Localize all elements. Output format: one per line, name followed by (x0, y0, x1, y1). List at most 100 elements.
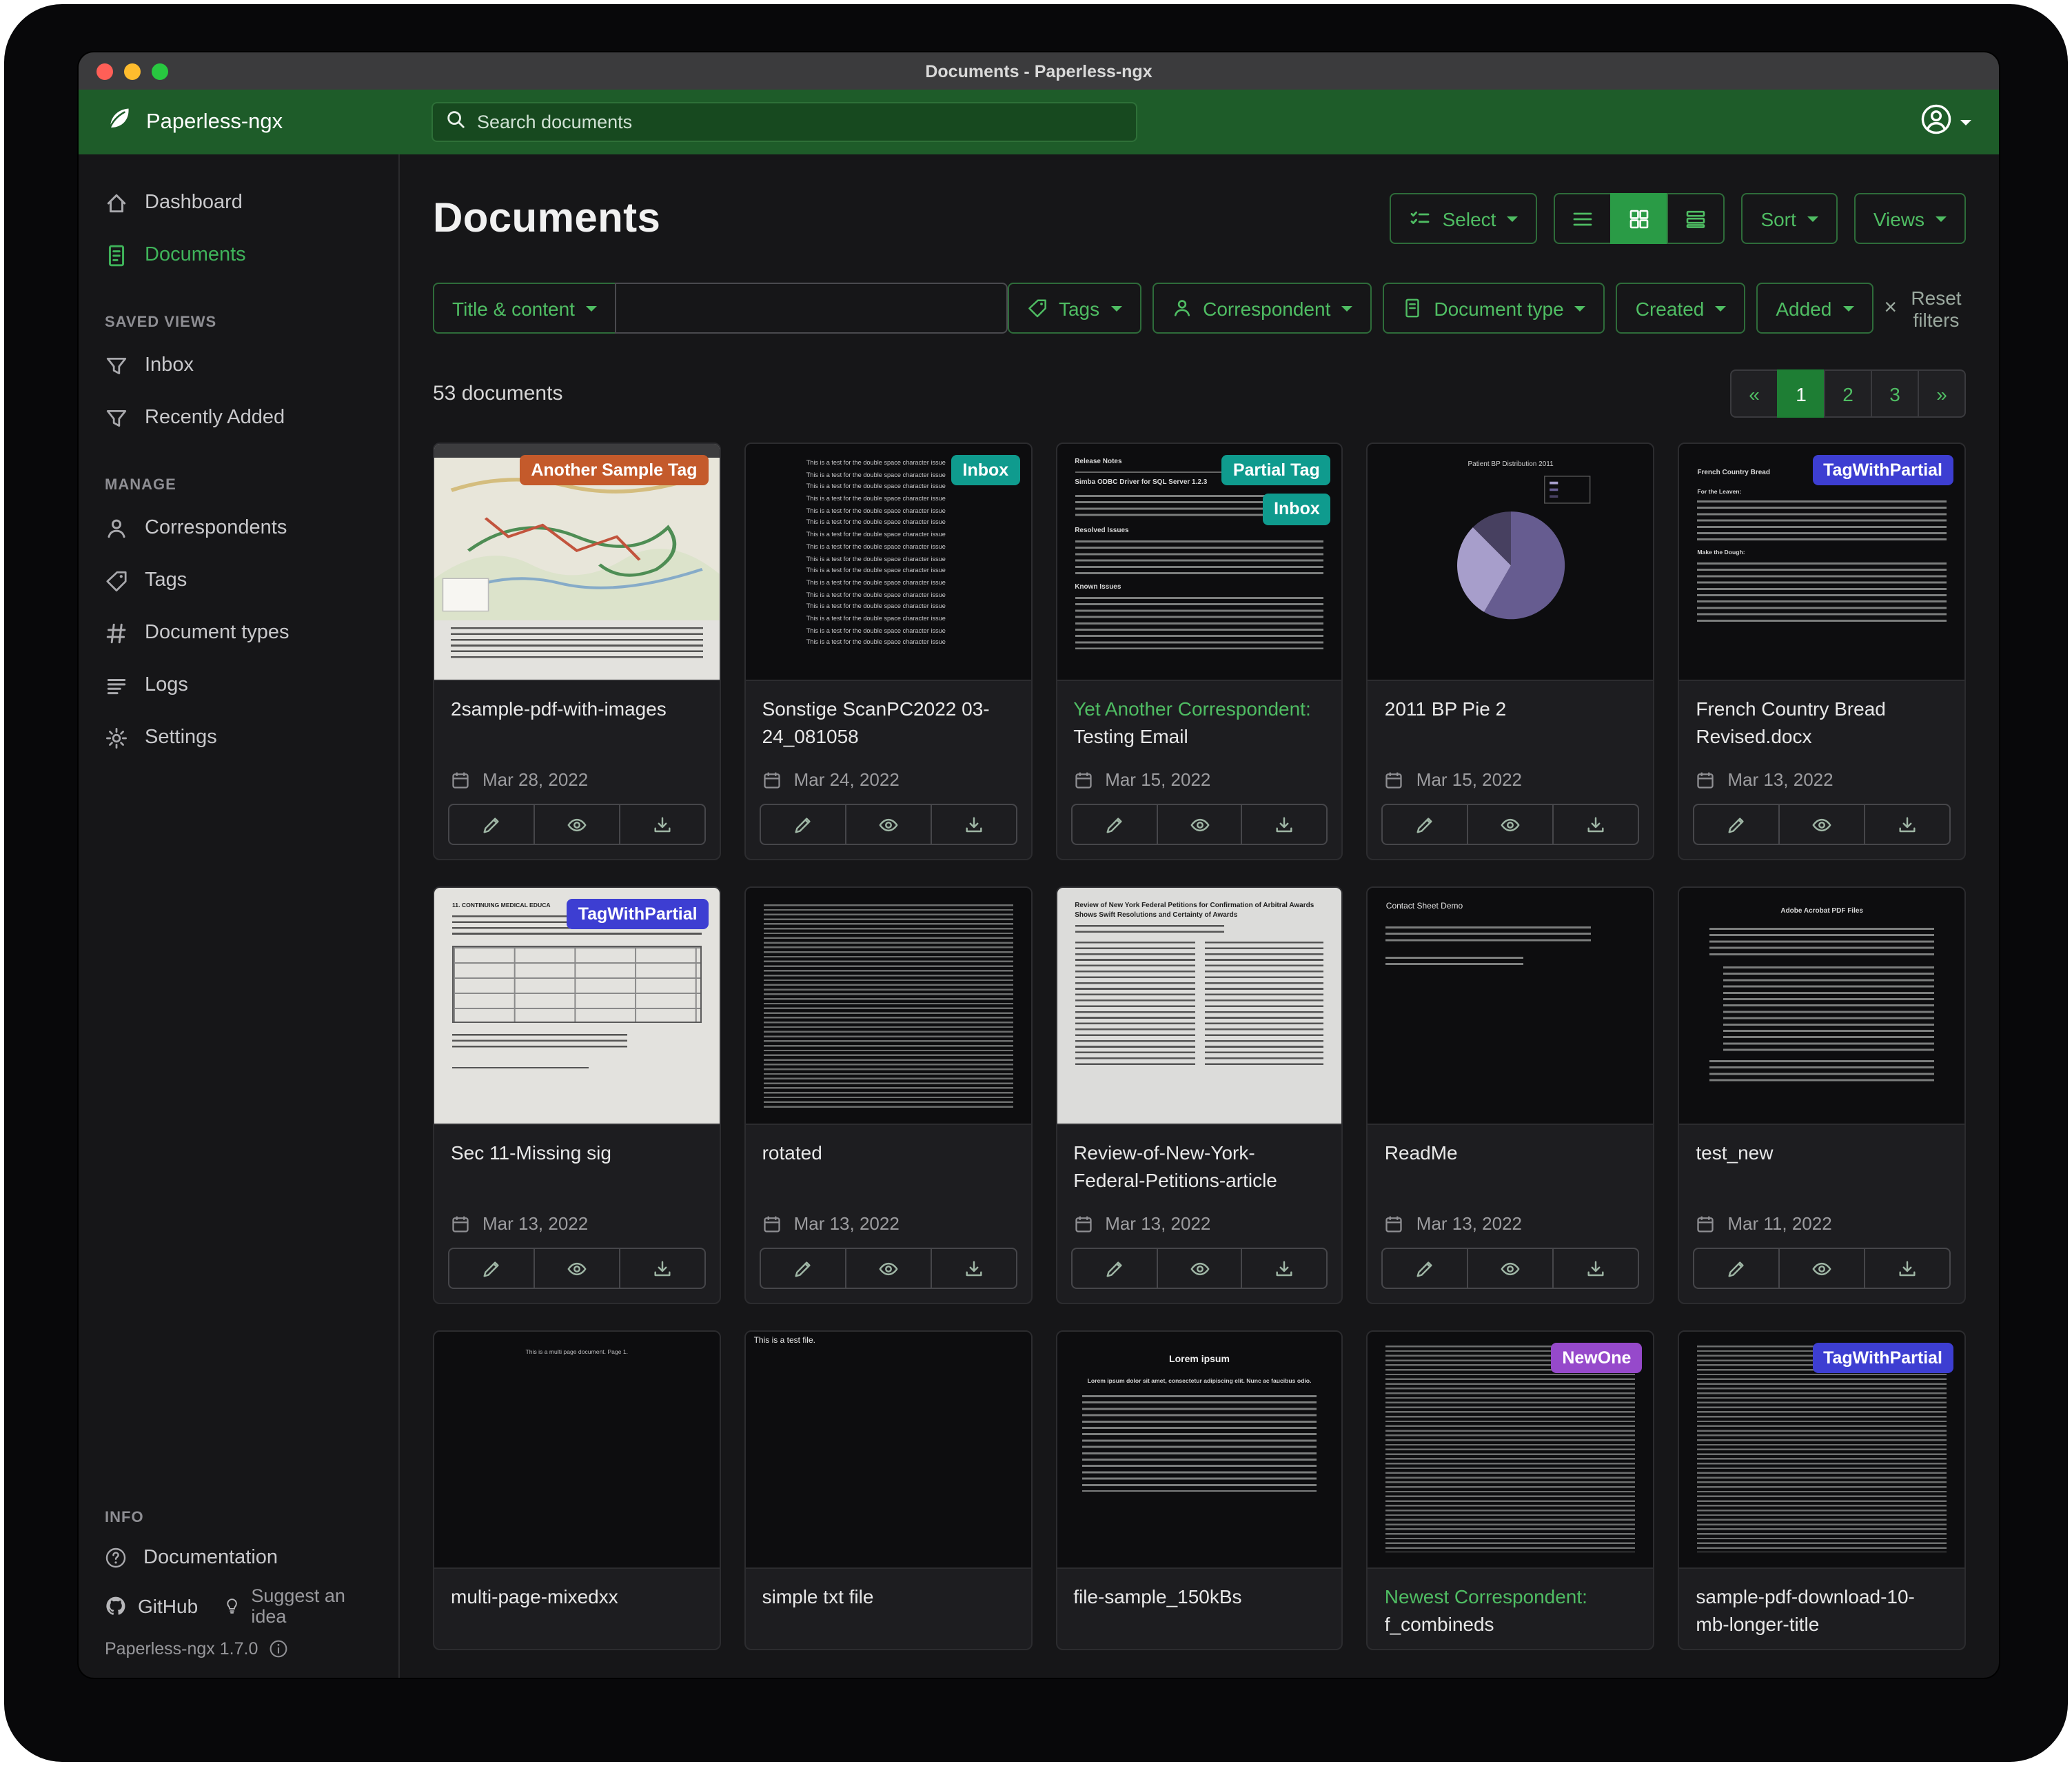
document-thumbnail[interactable]: NewOne (1368, 1332, 1654, 1569)
view-list-button[interactable] (1554, 193, 1612, 244)
download-button[interactable] (1864, 804, 1951, 845)
tag-chip[interactable]: TagWithPartial (1812, 455, 1953, 486)
pagination-prev[interactable]: « (1730, 369, 1778, 418)
edit-button[interactable] (1693, 1248, 1780, 1289)
view-button[interactable] (1156, 1248, 1243, 1289)
sidebar-item-dashboard[interactable]: Dashboard (79, 176, 398, 229)
sidebar-item-suggest-idea[interactable]: Suggest an idea (223, 1585, 372, 1627)
edit-button[interactable] (1693, 804, 1780, 845)
tag-chip[interactable]: Partial Tag (1222, 455, 1331, 486)
info-circle-icon[interactable] (269, 1639, 288, 1658)
minimize-button[interactable] (124, 63, 141, 79)
document-thumbnail[interactable]: This is a test file. (746, 1332, 1031, 1569)
sidebar-item-github[interactable]: GitHub (105, 1595, 198, 1617)
view-button[interactable] (534, 804, 620, 845)
document-correspondent[interactable]: Newest Correspondent: (1385, 1585, 1587, 1607)
brand[interactable]: Paperless-ngx (79, 105, 400, 139)
zoom-button[interactable] (152, 63, 168, 79)
tag-chip[interactable]: Another Sample Tag (520, 455, 708, 486)
download-button[interactable] (1553, 1248, 1640, 1289)
document-thumbnail[interactable] (746, 888, 1031, 1125)
pagination-page-3[interactable]: 3 (1871, 369, 1919, 418)
document-title[interactable]: multi-page-mixedxx (451, 1584, 703, 1611)
sidebar-item-tags[interactable]: Tags (79, 554, 398, 607)
pagination-page-2[interactable]: 2 (1824, 369, 1872, 418)
view-details-button[interactable] (1667, 193, 1725, 244)
download-button[interactable] (1553, 804, 1640, 845)
document-correspondent[interactable]: Yet Another Correspondent: (1073, 698, 1311, 720)
document-thumbnail[interactable]: Release Notes Simba ODBC Driver for SQL … (1057, 444, 1342, 681)
added-filter-button[interactable]: Added (1756, 283, 1873, 334)
download-button[interactable] (1241, 804, 1328, 845)
pagination-page-1[interactable]: 1 (1777, 369, 1825, 418)
document-title[interactable]: rotated (762, 1140, 1015, 1167)
title-content-input[interactable] (615, 283, 1008, 334)
document-title[interactable]: Sonstige ScanPC2022 03-24_081058 (762, 696, 1015, 750)
document-title[interactable]: 2sample-pdf-with-images (451, 696, 703, 723)
user-menu[interactable] (1920, 103, 1999, 141)
select-button[interactable]: Select (1390, 193, 1538, 244)
sidebar-item-logs[interactable]: Logs (79, 659, 398, 711)
document-thumbnail[interactable]: Review of New York Federal Petitions for… (1057, 888, 1342, 1125)
document-thumbnail[interactable]: Patient BP Distribution 2011 (1368, 444, 1654, 681)
tag-chip[interactable]: TagWithPartial (567, 899, 709, 930)
reset-filters-button[interactable]: × Reset filters (1884, 286, 1966, 330)
view-button[interactable] (844, 1248, 931, 1289)
view-button[interactable] (1467, 1248, 1554, 1289)
search-input[interactable] (477, 112, 1124, 132)
view-button[interactable] (1778, 804, 1865, 845)
download-button[interactable] (1864, 1248, 1951, 1289)
sidebar-item-settings[interactable]: Settings (79, 711, 398, 764)
sidebar-item-documentation[interactable]: Documentation (79, 1534, 398, 1581)
document-thumbnail[interactable]: This is a test for the double space char… (746, 444, 1031, 681)
pagination-next[interactable]: » (1918, 369, 1966, 418)
views-button[interactable]: Views (1854, 193, 1966, 244)
download-button[interactable] (1241, 1248, 1328, 1289)
sidebar-item-correspondents[interactable]: Correspondents (79, 502, 398, 554)
sidebar-item-documents[interactable]: Documents (79, 229, 398, 281)
sidebar-item-recently-added[interactable]: Recently Added (79, 392, 398, 444)
document-title[interactable]: Yet Another Correspondent: Testing Email (1073, 696, 1326, 750)
document-type-filter-button[interactable]: Document type (1383, 283, 1605, 334)
view-grid-button[interactable] (1610, 193, 1668, 244)
document-thumbnail[interactable]: Lorem ipsum Lorem ipsum dolor sit amet, … (1057, 1332, 1342, 1569)
download-button[interactable] (619, 804, 706, 845)
document-thumbnail[interactable]: This is a multi page document. Page 1. (434, 1332, 720, 1569)
edit-button[interactable] (1070, 804, 1157, 845)
document-title[interactable]: simple txt file (762, 1584, 1015, 1611)
edit-button[interactable] (448, 1248, 535, 1289)
sort-button[interactable]: Sort (1741, 193, 1837, 244)
tag-chip[interactable]: NewOne (1551, 1343, 1642, 1374)
edit-button[interactable] (448, 804, 535, 845)
created-filter-button[interactable]: Created (1616, 283, 1746, 334)
download-button[interactable] (930, 1248, 1017, 1289)
tag-chip[interactable]: Inbox (952, 455, 1020, 486)
view-button[interactable] (844, 804, 931, 845)
close-button[interactable] (97, 63, 113, 79)
edit-button[interactable] (760, 804, 846, 845)
document-thumbnail[interactable]: 11. CONTINUING MEDICAL EDUCA TagWithPart… (434, 888, 720, 1125)
download-button[interactable] (930, 804, 1017, 845)
tags-filter-button[interactable]: Tags (1008, 283, 1141, 334)
view-button[interactable] (1778, 1248, 1865, 1289)
sidebar-item-inbox[interactable]: Inbox (79, 339, 398, 392)
edit-button[interactable] (1070, 1248, 1157, 1289)
view-button[interactable] (534, 1248, 620, 1289)
document-title[interactable]: Sec 11-Missing sig (451, 1140, 703, 1167)
edit-button[interactable] (1382, 804, 1469, 845)
document-title[interactable]: test_new (1696, 1140, 1948, 1167)
document-title[interactable]: Review-of-New-York-Federal-Petitions-art… (1073, 1140, 1326, 1194)
view-button[interactable] (1467, 804, 1554, 845)
document-thumbnail[interactable]: Contact Sheet Demo (1368, 888, 1654, 1125)
document-thumbnail[interactable]: TagWithPartial (1679, 1332, 1964, 1569)
edit-button[interactable] (1382, 1248, 1469, 1289)
document-title[interactable]: 2011 BP Pie 2 (1385, 696, 1637, 723)
document-title[interactable]: Newest Correspondent: f_combineds (1385, 1584, 1637, 1638)
document-thumbnail[interactable]: French Country Bread For the Leaven: Mak… (1679, 444, 1964, 681)
tag-chip[interactable]: Inbox (1263, 494, 1331, 525)
document-title[interactable]: French Country Bread Revised.docx (1696, 696, 1948, 750)
document-title[interactable]: file-sample_150kBs (1073, 1584, 1326, 1611)
view-button[interactable] (1156, 804, 1243, 845)
correspondent-filter-button[interactable]: Correspondent (1152, 283, 1372, 334)
sidebar-item-document-types[interactable]: Document types (79, 607, 398, 659)
